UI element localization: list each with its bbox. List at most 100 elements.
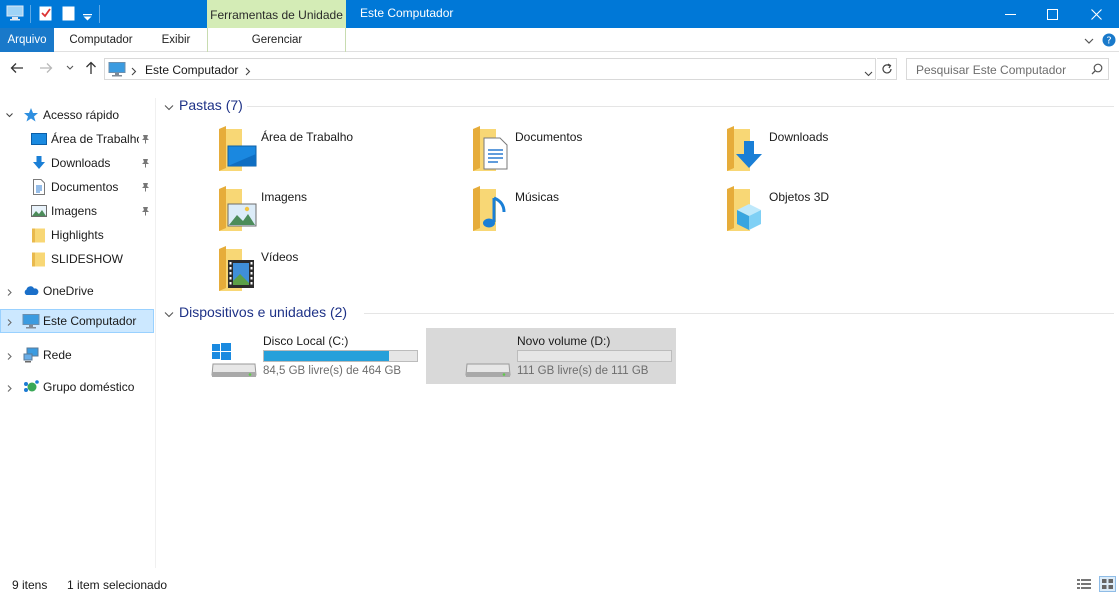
help-icon[interactable]: ?	[1102, 33, 1116, 50]
devices-group-header[interactable]: Dispositivos e unidades (2)	[164, 304, 1114, 322]
sidebar-item-network[interactable]: Rede	[0, 343, 154, 367]
sidebar-item-slideshow[interactable]: SLIDESHOW	[0, 247, 154, 271]
tab-manage[interactable]: Gerenciar	[208, 28, 346, 52]
document-icon	[31, 179, 47, 195]
folder-label: Objetos 3D	[769, 190, 830, 204]
pin-icon[interactable]	[141, 205, 150, 219]
drive-new-volume-d[interactable]: Novo volume (D:) 111 GB livre(s) de 111 …	[426, 328, 676, 384]
computer-icon	[108, 61, 126, 80]
pictures-folder-icon	[216, 184, 258, 235]
sidebar-item-homegroup[interactable]: Grupo doméstico	[0, 375, 154, 399]
forward-arrow-icon[interactable]	[38, 60, 54, 76]
drive-local-disk-c[interactable]: Disco Local (C:) 84,5 GB livre(s) de 464…	[172, 328, 422, 384]
breadcrumb-chevron-icon[interactable]	[245, 65, 251, 79]
chevron-down-icon[interactable]	[164, 308, 174, 322]
window-title: Este Computador	[360, 6, 454, 20]
folder-label: Músicas	[515, 190, 560, 204]
sidebar-item-label: Downloads	[51, 156, 111, 170]
address-dropdown-icon[interactable]	[864, 66, 873, 80]
hard-drive-icon	[464, 342, 512, 383]
minimize-button[interactable]	[987, 0, 1033, 28]
tab-file[interactable]: Arquivo	[0, 28, 54, 52]
drive-usage-bar	[263, 350, 418, 362]
folder-documents[interactable]: Documentos	[470, 124, 710, 176]
search-icon[interactable]	[1091, 63, 1103, 78]
sidebar-item-downloads[interactable]: Downloads	[0, 151, 154, 175]
drive-name: Novo volume (D:)	[517, 334, 611, 348]
pin-icon[interactable]	[141, 157, 150, 171]
folders-group-header[interactable]: Pastas (7)	[164, 97, 1114, 115]
tab-computer[interactable]: Computador	[56, 28, 146, 52]
computer-icon	[22, 313, 40, 329]
sidebar-item-label: Rede	[43, 348, 72, 362]
address-bar[interactable]: Este Computador	[104, 58, 876, 80]
folder-desktop[interactable]: Área de Trabalho	[216, 124, 456, 176]
sidebar-item-documents[interactable]: Documentos	[0, 175, 154, 199]
sidebar-item-label: Acesso rápido	[43, 108, 120, 122]
properties-icon[interactable]	[39, 5, 53, 24]
selection-count: 1 item selecionado	[67, 578, 168, 592]
folder-icon	[31, 227, 47, 243]
sidebar-item-pictures[interactable]: Imagens	[0, 199, 154, 223]
chevron-down-icon[interactable]	[164, 101, 174, 115]
qat-dropdown-icon[interactable]	[83, 10, 92, 24]
desktop-folder-icon	[216, 124, 258, 175]
chevron-right-icon[interactable]	[5, 350, 14, 364]
drive-name: Disco Local (C:)	[263, 334, 349, 348]
details-view-icon[interactable]	[1076, 577, 1092, 594]
refresh-button[interactable]	[877, 58, 897, 80]
back-arrow-icon[interactable]	[9, 60, 25, 76]
expand-ribbon-icon[interactable]	[1084, 34, 1094, 48]
chevron-right-icon[interactable]	[5, 286, 14, 300]
close-button[interactable]	[1073, 0, 1119, 28]
title-bar: Ferramentas de Unidade Este Computador	[0, 0, 1119, 28]
windows-drive-icon	[210, 342, 258, 383]
large-icons-view-icon	[1102, 579, 1113, 589]
folder-downloads[interactable]: Downloads	[724, 124, 964, 176]
downloads-folder-icon	[724, 124, 766, 175]
up-arrow-icon[interactable]	[83, 60, 99, 76]
folder-videos[interactable]: Vídeos	[216, 244, 456, 296]
sidebar-item-this-pc[interactable]: Este Computador	[0, 309, 154, 333]
breadcrumb-this-pc[interactable]: Este Computador	[145, 63, 238, 77]
drive-usage-fill	[264, 351, 390, 361]
folder-icon	[31, 251, 47, 267]
chevron-down-icon[interactable]	[5, 109, 14, 123]
drive-free-space: 84,5 GB livre(s) de 464 GB	[263, 365, 402, 377]
search-input[interactable]: Pesquisar Este Computador	[916, 63, 1066, 77]
pin-icon[interactable]	[141, 181, 150, 195]
ribbon-tabs: Arquivo Computador Exibir Gerenciar ?	[0, 28, 1119, 52]
pin-icon[interactable]	[141, 133, 150, 147]
item-count: 9 itens	[12, 578, 48, 592]
recent-locations-chevron-icon[interactable]	[62, 60, 78, 76]
large-icons-view-button[interactable]	[1099, 576, 1116, 592]
new-folder-icon[interactable]	[62, 5, 76, 24]
folder-3d-objects[interactable]: Objetos 3D	[724, 184, 964, 236]
chevron-right-icon[interactable]	[5, 316, 14, 330]
folder-pictures[interactable]: Imagens	[216, 184, 456, 236]
3d-objects-folder-icon	[724, 184, 766, 235]
videos-folder-icon	[216, 244, 258, 295]
music-folder-icon	[470, 184, 512, 235]
drive-usage-bar	[517, 350, 672, 362]
sidebar-item-label: Highlights	[51, 228, 104, 242]
computer-icon[interactable]	[6, 5, 24, 24]
group-divider	[247, 106, 1114, 107]
sidebar-item-highlights[interactable]: Highlights	[0, 223, 154, 247]
folders-group-title: Pastas (7)	[179, 97, 243, 113]
search-box[interactable]: Pesquisar Este Computador	[906, 58, 1109, 80]
folder-label: Área de Trabalho	[261, 130, 354, 144]
folder-music[interactable]: Músicas	[470, 184, 710, 236]
group-divider	[364, 313, 1114, 314]
folder-label: Vídeos	[261, 250, 299, 264]
sidebar-item-onedrive[interactable]: OneDrive	[0, 279, 154, 303]
onedrive-icon	[23, 283, 39, 299]
tab-view[interactable]: Exibir	[150, 28, 202, 52]
chevron-right-icon[interactable]	[5, 382, 14, 396]
sidebar-item-quick-access[interactable]: Acesso rápido	[0, 103, 154, 127]
breadcrumb-chevron-icon[interactable]	[131, 65, 137, 79]
maximize-button[interactable]	[1029, 0, 1075, 28]
desktop-icon	[31, 131, 47, 147]
folder-label: Downloads	[769, 130, 829, 144]
sidebar-item-desktop[interactable]: Área de Trabalho	[0, 127, 154, 151]
